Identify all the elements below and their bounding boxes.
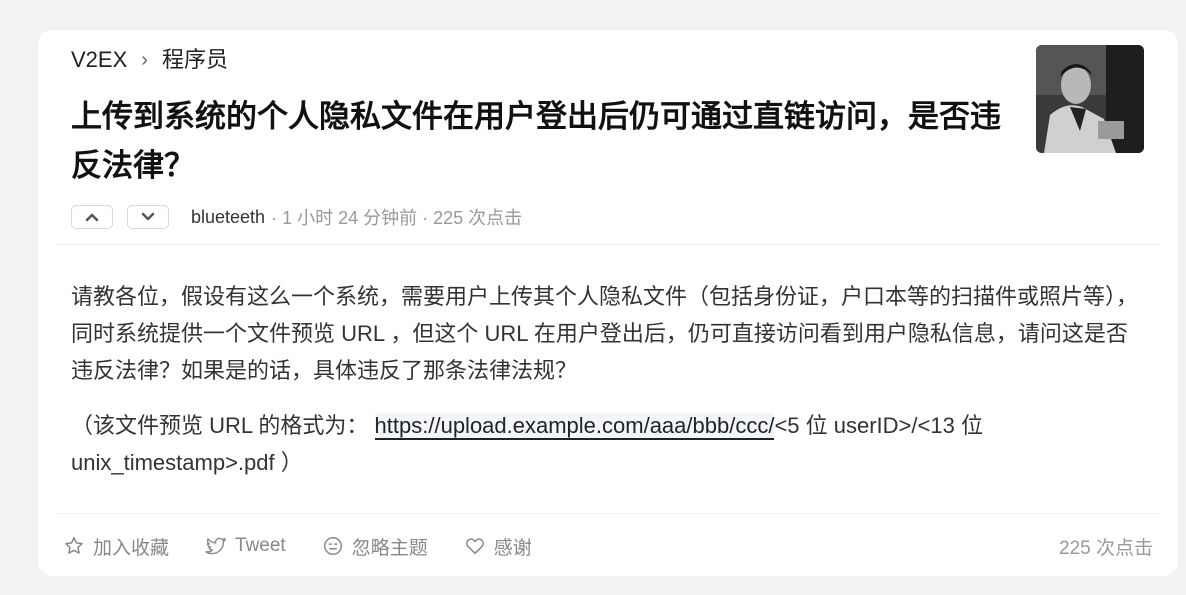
breadcrumb-node-link[interactable]: 程序员 [162,45,228,75]
star-icon [65,537,83,554]
chevron-down-icon [141,212,155,221]
upvote-button[interactable] [71,205,113,229]
breadcrumb-separator: › [141,49,148,71]
topic-header: V2EX › 程序员 上传到系统的个人隐私文件在用户登出后仍可通过直链访问，是否… [38,30,1178,244]
favorite-label: 加入收藏 [93,537,170,559]
topic-card: V2EX › 程序员 上传到系统的个人隐私文件在用户登出后仍可通过直链访问，是否… [38,30,1178,576]
ignore-face-icon [323,537,342,555]
twitter-bird-icon [205,537,226,555]
author-avatar[interactable] [1036,45,1144,153]
chevron-up-icon [85,213,99,222]
topic-meta-info: · 1 小时 24 分钟前 · 225 次点击 [271,208,523,228]
tweet-button[interactable]: Tweet [205,535,286,557]
topic-meta: blueteeth · 1 小时 24 分钟前 · 225 次点击 [71,204,522,230]
content-paragraph: （该文件预览 URL 的格式为： https://upload.example.… [71,407,1146,481]
topic-footer: 加入收藏 Tweet 忽略主题 感谢 225 次点击 [63,531,1153,561]
header-divider [56,244,1160,245]
favorite-button[interactable]: 加入收藏 [63,533,169,560]
author-link[interactable]: blueteeth [191,207,265,228]
tweet-label: Tweet [235,535,286,556]
footer-divider [56,513,1160,514]
avatar-image [1036,45,1144,153]
thanks-label: 感谢 [493,537,532,559]
ignore-topic-button[interactable]: 忽略主题 [322,533,428,560]
click-count: 225 次点击 [1059,537,1153,559]
ignore-topic-label: 忽略主题 [351,537,428,559]
heart-icon [465,538,484,555]
topic-content: 请教各位，假设有这么一个系统，需要用户上传其个人隐私文件（包括身份证，户口本等的… [71,278,1146,481]
downvote-button[interactable] [127,205,169,229]
breadcrumb: V2EX › 程序员 [71,45,228,75]
content-text: （该文件预览 URL 的格式为： [71,413,369,438]
content-paragraph: 请教各位，假设有这么一个系统，需要用户上传其个人隐私文件（包括身份证，户口本等的… [71,284,1139,383]
thanks-button[interactable]: 感谢 [464,533,532,560]
topic-title: 上传到系统的个人隐私文件在用户登出后仍可通过直链访问，是否违反法律？ [71,99,1001,183]
breadcrumb-site-link[interactable]: V2EX [71,45,127,75]
preview-url-link[interactable]: https://upload.example.com/aaa/bbb/ccc/ [374,413,775,440]
